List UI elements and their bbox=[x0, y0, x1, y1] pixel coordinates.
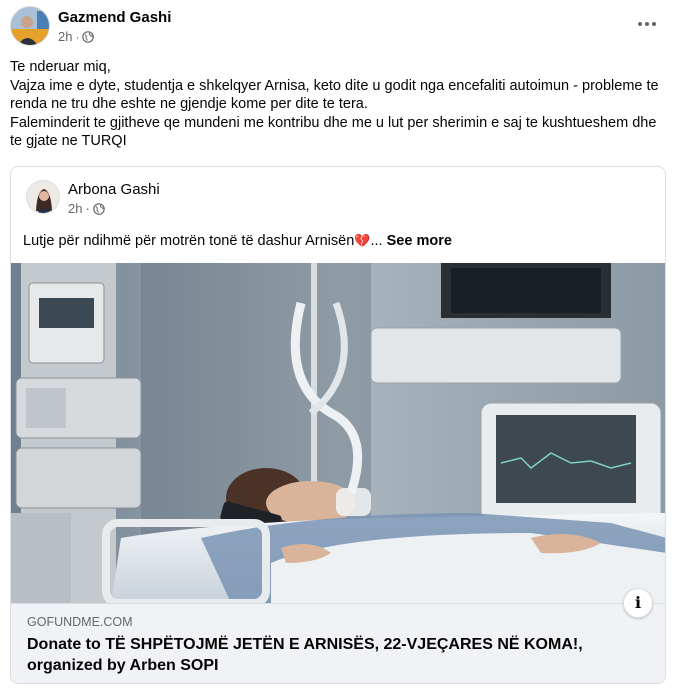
broken-heart-icon: 💔 bbox=[354, 233, 371, 248]
link-domain: GOFUNDME.COM bbox=[27, 615, 133, 629]
post-text-line: Te nderuar miq, bbox=[10, 59, 111, 75]
info-icon[interactable]: i bbox=[623, 588, 653, 618]
shared-post-card[interactable]: Arbona Gashi 2h · Lutje për ndihmë për m… bbox=[10, 166, 666, 684]
shared-text-body: Lutje për ndihmë për motrën tonë të dash… bbox=[23, 233, 355, 249]
post-time[interactable]: 2h bbox=[58, 29, 72, 44]
post-header: Gazmend Gashi 2h · bbox=[10, 6, 665, 48]
post-text: Te nderuar miq, Vajza ime e dyte, studen… bbox=[10, 58, 660, 151]
author-avatar[interactable] bbox=[10, 6, 50, 46]
shared-post-text: Lutje për ndihmë për motrën tonë të dash… bbox=[23, 233, 452, 249]
globe-icon[interactable] bbox=[93, 202, 105, 215]
link-preview[interactable]: GOFUNDME.COM Donate to TË SHPËTOJMË JETË… bbox=[11, 588, 665, 683]
post-meta: 2h · bbox=[58, 29, 95, 44]
post-photo[interactable] bbox=[11, 263, 665, 603]
more-options-icon[interactable] bbox=[635, 12, 659, 36]
post-text-line: Vajza ime e dyte, studentja e shkelqyer … bbox=[10, 77, 659, 113]
shared-author-name[interactable]: Arbona Gashi bbox=[68, 181, 160, 198]
link-title[interactable]: Donate to TË SHPËTOJMË JETËN E ARNISËS, … bbox=[27, 634, 627, 676]
post-text-line: Faleminderit te gjitheve qe mundeni me k… bbox=[10, 114, 657, 150]
shared-post-meta: 2h · bbox=[68, 201, 105, 216]
see-more-link[interactable]: See more bbox=[387, 233, 452, 249]
text-ellipsis: ... bbox=[370, 233, 383, 249]
shared-post-header: Arbona Gashi 2h · bbox=[26, 180, 646, 216]
meta-separator: · bbox=[85, 201, 90, 216]
shared-author-avatar[interactable] bbox=[26, 180, 60, 214]
shared-post-time[interactable]: 2h bbox=[68, 201, 82, 216]
author-name[interactable]: Gazmend Gashi bbox=[58, 9, 171, 26]
meta-separator: · bbox=[75, 29, 80, 44]
globe-icon[interactable] bbox=[82, 30, 95, 43]
